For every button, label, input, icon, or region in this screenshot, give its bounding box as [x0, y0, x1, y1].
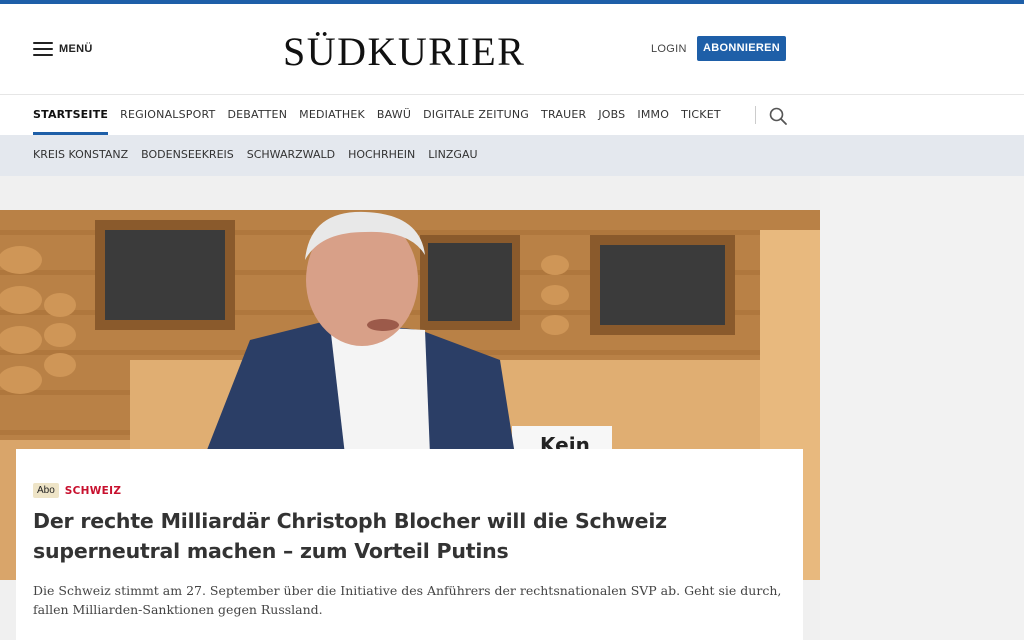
- site-header: MENÜ SÜDKURIER LOGIN ABONNIEREN: [0, 4, 1024, 94]
- article-headline[interactable]: Der rechte Milliardär Christoph Blocher …: [33, 506, 793, 566]
- hamburger-icon: [33, 42, 53, 56]
- nav-item-jobs[interactable]: JOBS: [598, 95, 625, 135]
- nav-item-digitale-zeitung[interactable]: DIGITALE ZEITUNG: [423, 95, 529, 135]
- subnav-item-kreis-konstanz[interactable]: KREIS KONSTANZ: [33, 135, 128, 175]
- regional-subnav: KREIS KONSTANZ BODENSEEKREIS SCHWARZWALD…: [0, 135, 1024, 176]
- article-card[interactable]: Abo SCHWEIZ Der rechte Milliardär Christ…: [16, 449, 803, 640]
- subnav-item-schwarzwald[interactable]: SCHWARZWALD: [247, 135, 335, 175]
- article-meta: Abo SCHWEIZ: [33, 483, 121, 498]
- nav-item-bawue[interactable]: BAWÜ: [377, 95, 411, 135]
- menu-button[interactable]: MENÜ: [33, 42, 93, 56]
- menu-label: MENÜ: [59, 43, 93, 55]
- article-kicker[interactable]: SCHWEIZ: [65, 485, 121, 497]
- article-teaser: Die Schweiz stimmt am 27. September über…: [33, 583, 782, 617]
- right-column: [820, 176, 1024, 640]
- main-nav-items: STARTSEITE REGIONALSPORT DEBATTEN MEDIAT…: [33, 95, 721, 135]
- login-link[interactable]: LOGIN: [651, 43, 687, 55]
- subnav-item-hochrhein[interactable]: HOCHRHEIN: [348, 135, 415, 175]
- logo[interactable]: SÜDKURIER: [283, 28, 535, 75]
- nav-item-debatten[interactable]: DEBATTEN: [227, 95, 287, 135]
- subnav-item-bodenseekreis[interactable]: BODENSEEKREIS: [141, 135, 234, 175]
- nav-item-immo[interactable]: IMMO: [637, 95, 669, 135]
- nav-item-startseite[interactable]: STARTSEITE: [33, 95, 109, 135]
- subnav-item-linzgau[interactable]: LINZGAU: [428, 135, 477, 175]
- search-icon[interactable]: [768, 106, 788, 126]
- subscribe-button[interactable]: ABONNIEREN: [697, 36, 786, 61]
- nav-item-ticket[interactable]: TICKET: [681, 95, 721, 135]
- main-nav: STARTSEITE REGIONALSPORT DEBATTEN MEDIAT…: [0, 94, 1024, 135]
- nav-item-trauer[interactable]: TRAUER: [541, 95, 586, 135]
- nav-item-regionalsport[interactable]: REGIONALSPORT: [120, 95, 215, 135]
- regional-subnav-items: KREIS KONSTANZ BODENSEEKREIS SCHWARZWALD…: [33, 135, 478, 175]
- nav-divider: [755, 106, 756, 124]
- abo-badge: Abo: [33, 483, 59, 498]
- nav-item-mediathek[interactable]: MEDIATHEK: [299, 95, 365, 135]
